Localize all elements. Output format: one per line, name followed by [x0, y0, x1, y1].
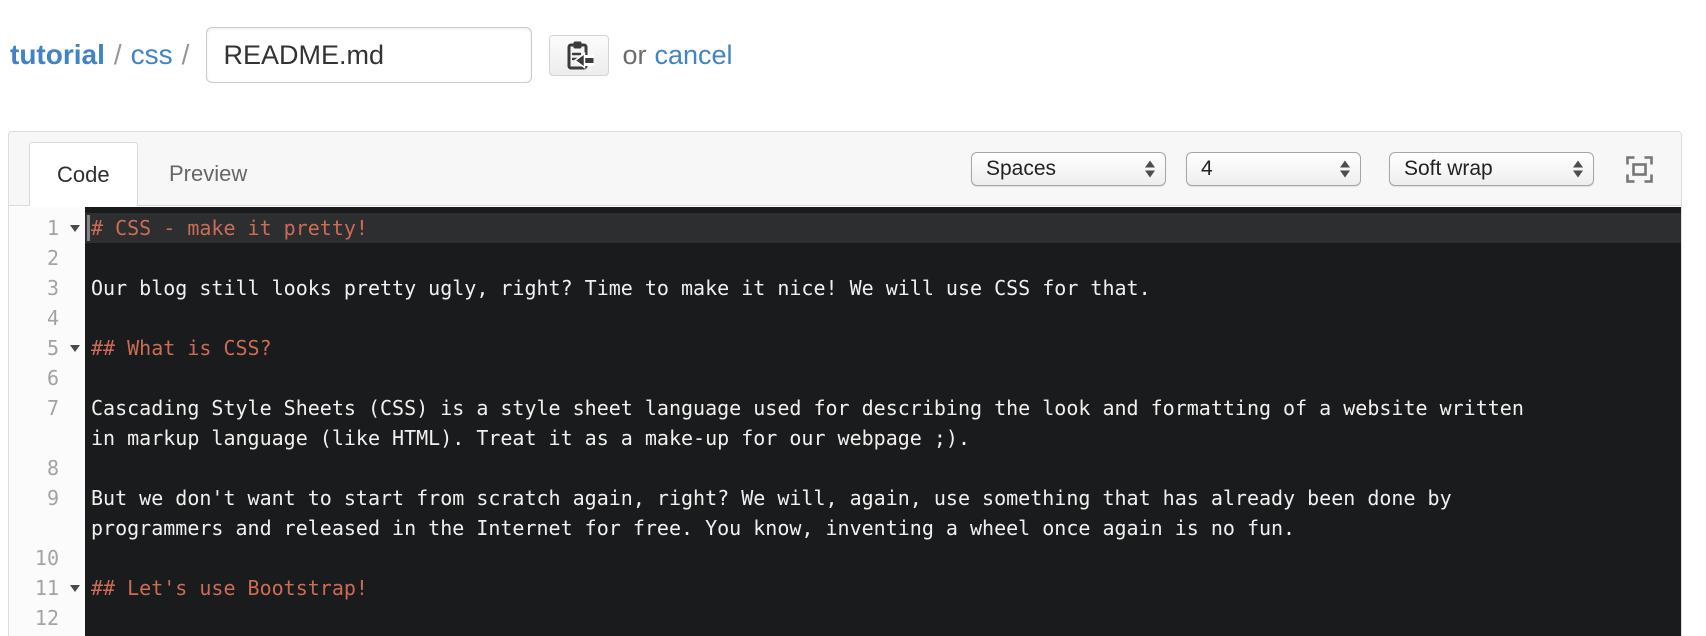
gutter-row[interactable]: 1 [9, 213, 85, 243]
cancel-link[interactable]: cancel [654, 40, 732, 71]
or-label: or [622, 39, 647, 70]
code-text: Cascading Style Sheets (CSS) is a style … [91, 396, 1524, 420]
code-line[interactable]: in markup language (like HTML). Treat it… [85, 423, 1681, 453]
line-number: 4 [46, 306, 59, 330]
select-arrows-icon [1145, 160, 1155, 178]
breadcrumb-separator: / [113, 39, 122, 70]
gutter-row[interactable]: 12 [9, 603, 85, 633]
tab-code-label: Code [57, 161, 110, 187]
indent-mode-value: Spaces [986, 157, 1057, 180]
editor-header: Code Preview Spaces 4 Soft wrap [9, 132, 1681, 206]
code-text: ## Let's use Bootstrap! [91, 576, 368, 600]
indent-size-value: 4 [1201, 157, 1213, 180]
breadcrumb-folder-link[interactable]: css [131, 39, 173, 71]
tab-preview-label: Preview [169, 160, 248, 186]
line-number: 5 [46, 336, 59, 360]
file-path-header: tutorial / css / or cancel [10, 27, 733, 83]
tab-preview[interactable]: Preview [159, 142, 257, 205]
line-number: 9 [46, 486, 59, 510]
tab-code[interactable]: Code [29, 142, 138, 206]
indent-size-select[interactable]: 4 [1186, 152, 1361, 186]
code-line[interactable] [85, 603, 1681, 633]
editor-gutter: 12345678910111213 [9, 207, 85, 636]
line-number: 8 [46, 456, 59, 480]
breadcrumb-separator: / [181, 39, 190, 70]
code-line[interactable]: programmers and released in the Internet… [85, 513, 1681, 543]
text-cursor [87, 215, 90, 241]
gutter-row[interactable]: 11 [9, 573, 85, 603]
gutter-row[interactable]: 7 [9, 393, 85, 423]
editor-code[interactable]: # CSS - make it pretty! Our blog still lo… [85, 207, 1681, 636]
code-text: # CSS - make it pretty! [91, 216, 368, 240]
wrap-mode-value: Soft wrap [1404, 157, 1493, 180]
code-text: programmers and released in the Internet… [91, 516, 1296, 540]
code-line[interactable] [85, 303, 1681, 333]
line-number: 1 [46, 216, 59, 240]
line-number: 7 [46, 396, 59, 420]
code-line[interactable] [85, 543, 1681, 573]
code-line[interactable]: Our blog still looks pretty ugly, right?… [85, 273, 1681, 303]
line-number: 3 [46, 276, 59, 300]
fold-arrow-icon[interactable] [70, 225, 80, 232]
breadcrumb-repo-link[interactable]: tutorial [10, 39, 105, 71]
code-line[interactable]: But we don't want to start from scratch … [85, 483, 1681, 513]
editor-toolbar: Spaces 4 Soft wrap [971, 132, 1654, 206]
code-text: But we don't want to start from scratch … [91, 486, 1452, 510]
gutter-row[interactable] [9, 423, 85, 453]
code-text: Our blog still looks pretty ugly, right?… [91, 276, 1151, 300]
select-arrows-icon [1573, 160, 1583, 178]
code-text: ## What is CSS? [91, 336, 272, 360]
gutter-row[interactable]: 5 [9, 333, 85, 363]
code-line[interactable]: # CSS - make it pretty! [85, 213, 1681, 243]
paste-filename-button[interactable] [549, 34, 610, 76]
code-line[interactable]: ## What is CSS? [85, 333, 1681, 363]
screen-full-icon [1625, 155, 1654, 184]
code-line[interactable] [85, 453, 1681, 483]
line-number: 6 [46, 366, 59, 390]
wrap-mode-select[interactable]: Soft wrap [1389, 152, 1594, 186]
fold-arrow-icon[interactable] [70, 345, 80, 352]
code-line[interactable]: ## Let's use Bootstrap! [85, 573, 1681, 603]
line-number: 11 [34, 576, 59, 600]
file-editor: Code Preview Spaces 4 Soft wrap 1 2 3 4 … [8, 131, 1682, 636]
select-arrows-icon [1340, 160, 1350, 178]
line-number: 2 [46, 246, 59, 270]
gutter-row[interactable]: 3 [9, 273, 85, 303]
clipboard-arrow-icon [564, 40, 595, 71]
gutter-row[interactable]: 2 [9, 243, 85, 273]
gutter-row[interactable]: 4 [9, 303, 85, 333]
code-line[interactable] [85, 243, 1681, 273]
indent-mode-select[interactable]: Spaces [971, 152, 1166, 186]
gutter-row[interactable]: 9 [9, 483, 85, 513]
gutter-row[interactable]: 10 [9, 543, 85, 573]
gutter-row[interactable]: 8 [9, 453, 85, 483]
gutter-row[interactable] [9, 513, 85, 543]
code-line[interactable] [85, 363, 1681, 393]
code-text: in markup language (like HTML). Treat it… [91, 426, 970, 450]
line-number: 12 [34, 606, 59, 630]
code-editor-body: 12345678910111213 # CSS - make it pretty… [9, 207, 1681, 636]
code-line[interactable]: Cascading Style Sheets (CSS) is a style … [85, 393, 1681, 423]
fold-arrow-icon[interactable] [70, 585, 80, 592]
filename-input[interactable] [206, 27, 533, 83]
gutter-row[interactable]: 6 [9, 363, 85, 393]
line-number: 10 [34, 546, 59, 570]
fullscreen-button[interactable] [1624, 154, 1654, 184]
